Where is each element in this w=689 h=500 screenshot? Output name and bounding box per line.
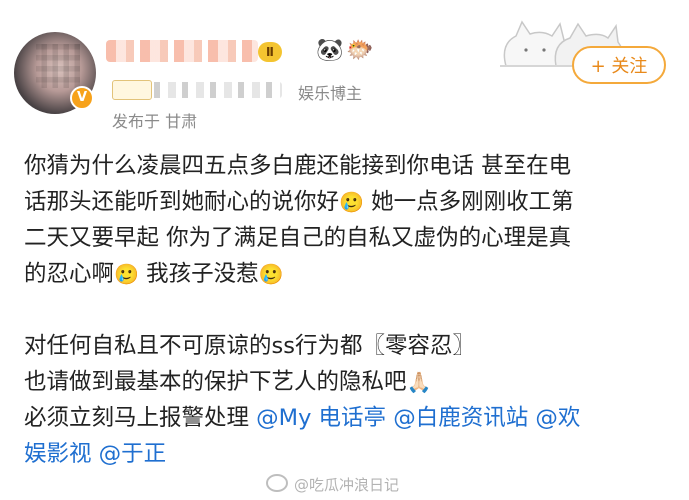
panda-emoji: 🐼 (316, 38, 344, 63)
avatar-mosaic (36, 44, 80, 88)
mention-link[interactable]: @欢 (535, 405, 580, 431)
mention-link[interactable]: @My 电话亭 (256, 405, 386, 431)
crying-face-icon: 🥲 (114, 262, 139, 286)
user-type-label: 娱乐博主 (298, 84, 363, 103)
crying-face-icon: 🥲 (258, 262, 284, 286)
post-text: 她一点多刚刚收工第 (363, 189, 574, 215)
post-text: 对任何自私且不可原谅的ss行为都〖零容忍〗 (24, 333, 475, 359)
watermark-text: @吃瓜冲浪日记 (294, 476, 400, 494)
post-text: 也请做到最基本的保护下艺人的隐私吧 (24, 369, 407, 395)
mention-link[interactable]: 娱影视 (24, 441, 92, 467)
crying-face-icon: 🥲 (339, 190, 364, 214)
post-origin: 发布于 甘肃 (112, 112, 198, 131)
post-paragraph: 对任何自私且不可原谅的ss行为都〖零容忍〗 也请做到最基本的保护下艺人的隐私吧🙏… (24, 328, 670, 472)
post-body: 你猜为什么凌晨四五点多白鹿还能接到你电话 甚至在电 话那头还能听到她耐心的说你好… (24, 148, 670, 472)
weibo-watermark: @吃瓜冲浪日记 (266, 474, 399, 495)
verified-badge-icon: V (70, 86, 94, 110)
pufferfish-emoji: 🐡 (346, 38, 374, 63)
post-paragraph: 你猜为什么凌晨四五点多白鹿还能接到你电话 甚至在电 话那头还能听到她耐心的说你好… (24, 148, 670, 292)
user-tag-badge (112, 80, 152, 100)
post-header: V Ⅱ 🐼 🐡 娱乐博主 发布于 甘肃 + 关注 (0, 0, 689, 140)
mention-link[interactable]: @白鹿资讯站 (393, 405, 528, 431)
mention-link[interactable]: @于正 (99, 441, 167, 467)
post-text: 必须立刻马上报警处理 (24, 405, 257, 431)
post-text: 话那头还能听到她耐心的说你好 (24, 189, 340, 215)
level-badge: Ⅱ (258, 42, 282, 62)
post-text: 你猜为什么凌晨四五点多白鹿还能接到你电话 甚至在电 (24, 153, 572, 179)
weibo-logo-icon (266, 474, 288, 492)
post-text: 我孩子没惹 (138, 261, 259, 287)
username-blurred[interactable] (106, 40, 258, 62)
post-text: 二天又要早起 你为了满足自己的自私又虚伪的心理是真 (24, 225, 572, 251)
follow-button[interactable]: + 关注 (572, 46, 666, 84)
praying-hands-icon: 🙏🏻 (406, 370, 432, 394)
post-text: 的忍心啊 (24, 261, 115, 287)
